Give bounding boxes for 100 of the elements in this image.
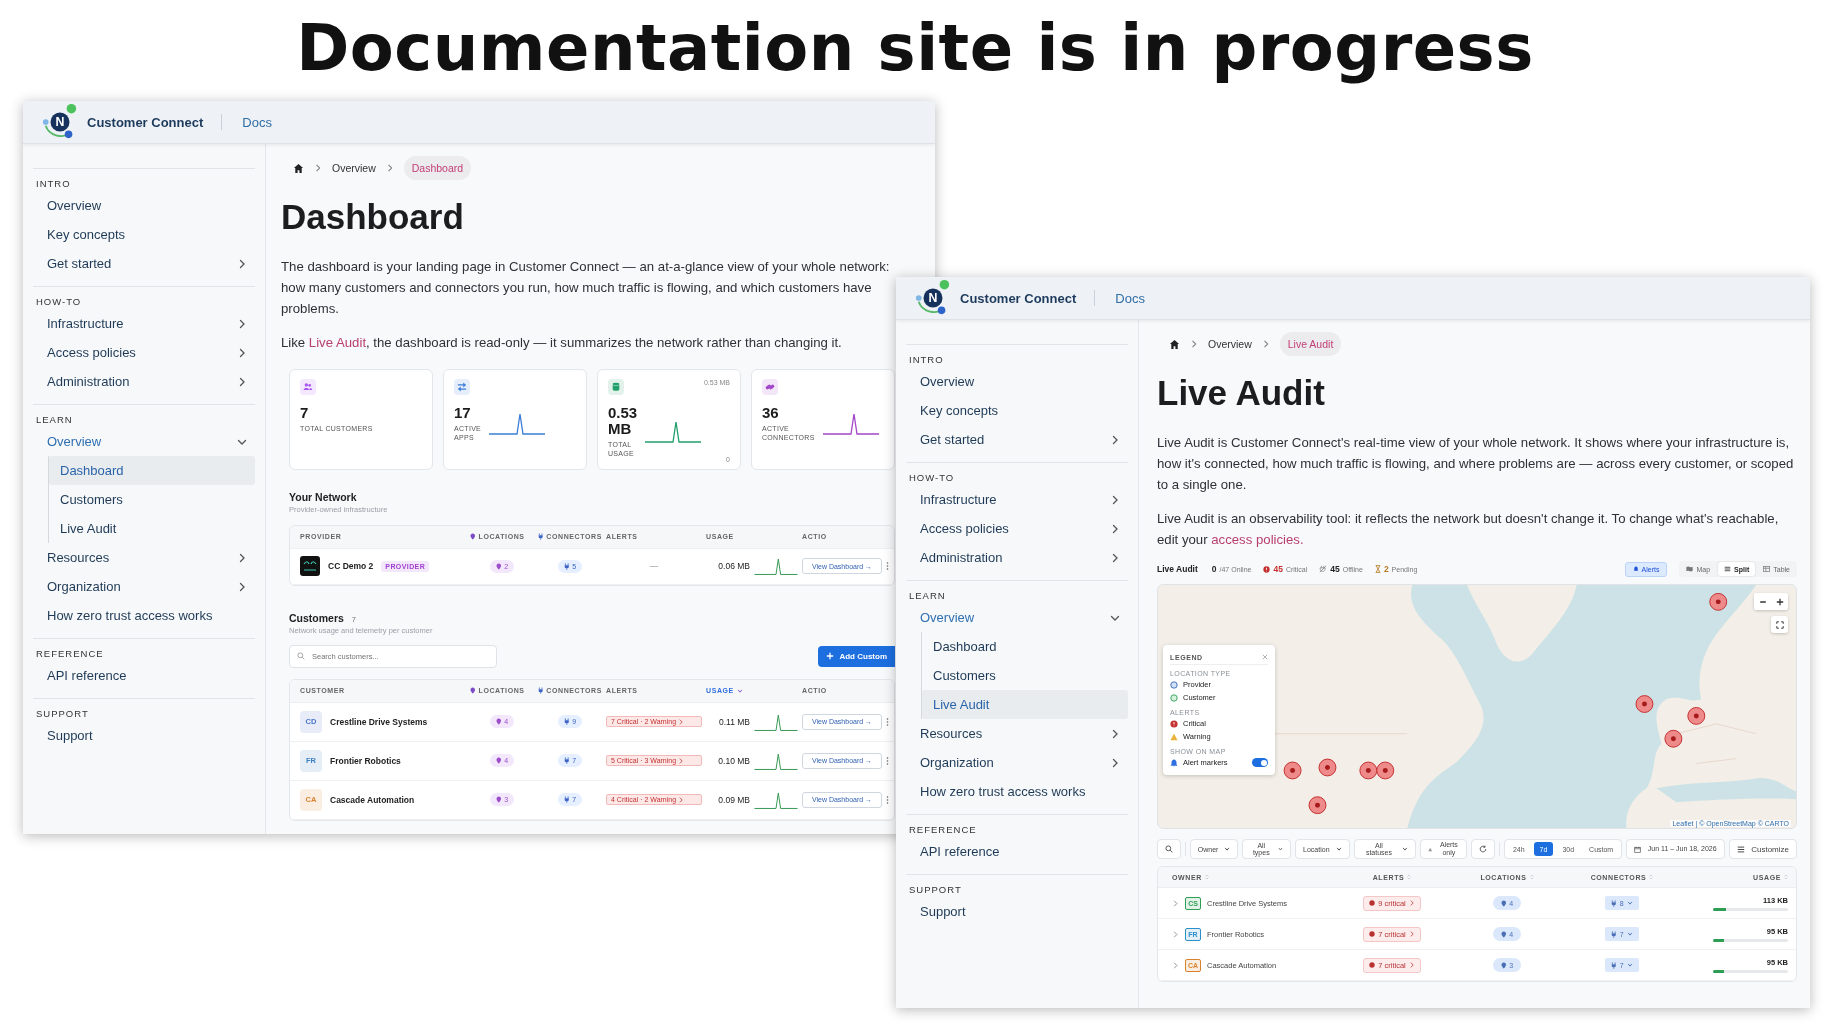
caret-icon	[1224, 846, 1231, 852]
breadcrumb-item[interactable]: Overview	[332, 156, 376, 180]
pin-icon	[470, 687, 476, 694]
alert-icon	[1369, 931, 1376, 937]
chevron-right-icon	[237, 318, 247, 329]
chevron-right-icon	[314, 164, 322, 172]
map-icon	[1686, 566, 1694, 572]
chevron-right-icon	[1172, 899, 1179, 907]
home-icon	[1169, 338, 1180, 350]
provider-logo-icon	[300, 556, 320, 576]
nav-item[interactable]: Resources	[906, 719, 1128, 748]
nav-item[interactable]: Get started	[906, 425, 1128, 454]
chevron-right-icon	[1110, 757, 1120, 768]
alert-marker[interactable]	[1376, 761, 1395, 780]
refresh-button[interactable]	[1471, 839, 1496, 859]
plus-icon	[826, 652, 835, 660]
alert-marker[interactable]	[1635, 695, 1654, 713]
plug-icon	[563, 757, 570, 764]
caret-icon	[1626, 962, 1633, 968]
chevron-right-icon	[237, 376, 247, 387]
nav-item[interactable]: How zero trust access works	[906, 777, 1128, 806]
add-customer-button[interactable]: Add Custom	[818, 645, 895, 667]
chevron-right-icon	[1261, 340, 1270, 348]
nav-item[interactable]: Resources	[33, 543, 255, 572]
fullscreen-button[interactable]	[1771, 616, 1788, 633]
breadcrumb-item[interactable]: Live Audit	[1279, 332, 1342, 356]
nav-item[interactable]: Administration	[906, 543, 1128, 572]
nav-item[interactable]: Overview	[33, 191, 255, 220]
chevron-right-icon	[237, 347, 247, 358]
nav-item[interactable]: Overview	[906, 367, 1128, 396]
nav-item[interactable]: Organization	[906, 748, 1128, 777]
nav-item[interactable]: Support	[906, 897, 1128, 926]
brand-name[interactable]: Customer Connect	[960, 290, 1077, 306]
alert-marker[interactable]	[1308, 796, 1327, 815]
nav-item[interactable]: Access policies	[33, 338, 255, 367]
nav-item[interactable]: API reference	[33, 661, 255, 690]
section-label: SUPPORT	[35, 707, 90, 721]
chevron-right-icon	[1172, 961, 1179, 969]
nav-item[interactable]: Overview	[906, 603, 1128, 632]
nav-item[interactable]: Infrastructure	[33, 309, 255, 338]
pin-icon	[495, 562, 502, 570]
alert-marker[interactable]	[1664, 729, 1683, 748]
nav-item[interactable]: Customers	[922, 661, 1128, 690]
docs-link[interactable]: Docs	[242, 114, 272, 130]
paragraph: Like Live Audit, the dashboard is read-only — it summarizes the network rather than changing it.	[281, 333, 843, 352]
customize-button[interactable]: Customize	[1729, 839, 1797, 859]
zoom-in-button[interactable]	[1771, 593, 1788, 610]
customer-name[interactable]: Crestline Drive Systems	[330, 716, 428, 727]
section-label: REFERENCE	[908, 823, 978, 837]
plug-icon	[1611, 961, 1617, 969]
alert-marker[interactable]	[1687, 707, 1706, 725]
customer-name[interactable]: Frontier Robotics	[330, 755, 401, 766]
toggle-switch[interactable]	[1252, 758, 1268, 767]
nav-item[interactable]: Administration	[33, 367, 255, 396]
chevron-right-icon	[1408, 900, 1415, 906]
nav-item[interactable]: Get started	[33, 249, 255, 278]
nav-item[interactable]: Dashboard	[49, 456, 255, 485]
caret-icon	[1626, 931, 1633, 937]
search-button[interactable]	[1157, 839, 1181, 859]
nav-item[interactable]: How zero trust access works	[33, 601, 255, 630]
alert-icon	[1369, 900, 1376, 906]
chevron-right-icon	[1172, 930, 1179, 938]
docs-link[interactable]: Docs	[1115, 290, 1145, 306]
brand-name[interactable]: Customer Connect	[87, 114, 204, 130]
alert-marker[interactable]	[1283, 761, 1302, 780]
paragraph: Live Audit is Customer Connect's real-time view of your whole network. It shows where your infrastructure is, how it's connected, how much traffic is flowing, and where problems are — across every customer, or scoped to a single one.	[1157, 433, 1795, 494]
nav-item[interactable]: Infrastructure	[906, 485, 1128, 514]
alert-marker[interactable]	[1359, 761, 1378, 780]
pin-icon	[470, 533, 476, 540]
breadcrumb-item[interactable]: Overview	[1208, 332, 1252, 356]
list-icon	[1724, 566, 1732, 572]
nav-item[interactable]: API reference	[906, 837, 1128, 866]
usage-value: 0.11 MB	[717, 716, 750, 727]
breadcrumb-item[interactable]: Dashboard	[403, 156, 472, 180]
nav-item[interactable]: Customers	[49, 485, 255, 514]
nav-item[interactable]: Overview	[33, 427, 255, 456]
link[interactable]: access policies.	[1211, 531, 1304, 547]
nav-item[interactable]: Live Audit	[49, 514, 255, 543]
alert-marker[interactable]	[1709, 592, 1728, 611]
nav-item[interactable]: Organization	[33, 572, 255, 601]
usage-value: 0.10 MB	[717, 755, 750, 766]
chevron-right-icon	[678, 757, 685, 764]
pin-icon	[1500, 899, 1507, 907]
zoom-out-button[interactable]	[1754, 593, 1771, 610]
alert-marker[interactable]	[1318, 758, 1337, 777]
customer-name[interactable]: Cascade Automation	[330, 794, 415, 805]
plug-icon	[563, 796, 570, 803]
section-label: HOW-TO	[908, 471, 956, 485]
usage-value: 0.09 MB	[717, 794, 750, 805]
nav-item[interactable]: Support	[33, 721, 255, 750]
nav-item[interactable]: Key concepts	[906, 396, 1128, 425]
nav-item[interactable]: Dashboard	[922, 632, 1128, 661]
provider-name[interactable]: CC Demo 2	[328, 561, 374, 571]
nav-item[interactable]: Key concepts	[33, 220, 255, 249]
more-icon	[886, 716, 889, 727]
nav-item[interactable]: Live Audit	[922, 690, 1128, 719]
nav-item[interactable]: Access policies	[906, 514, 1128, 543]
more-icon	[886, 794, 889, 805]
pin-icon	[1500, 961, 1507, 969]
chevron-right-icon	[1110, 728, 1120, 739]
